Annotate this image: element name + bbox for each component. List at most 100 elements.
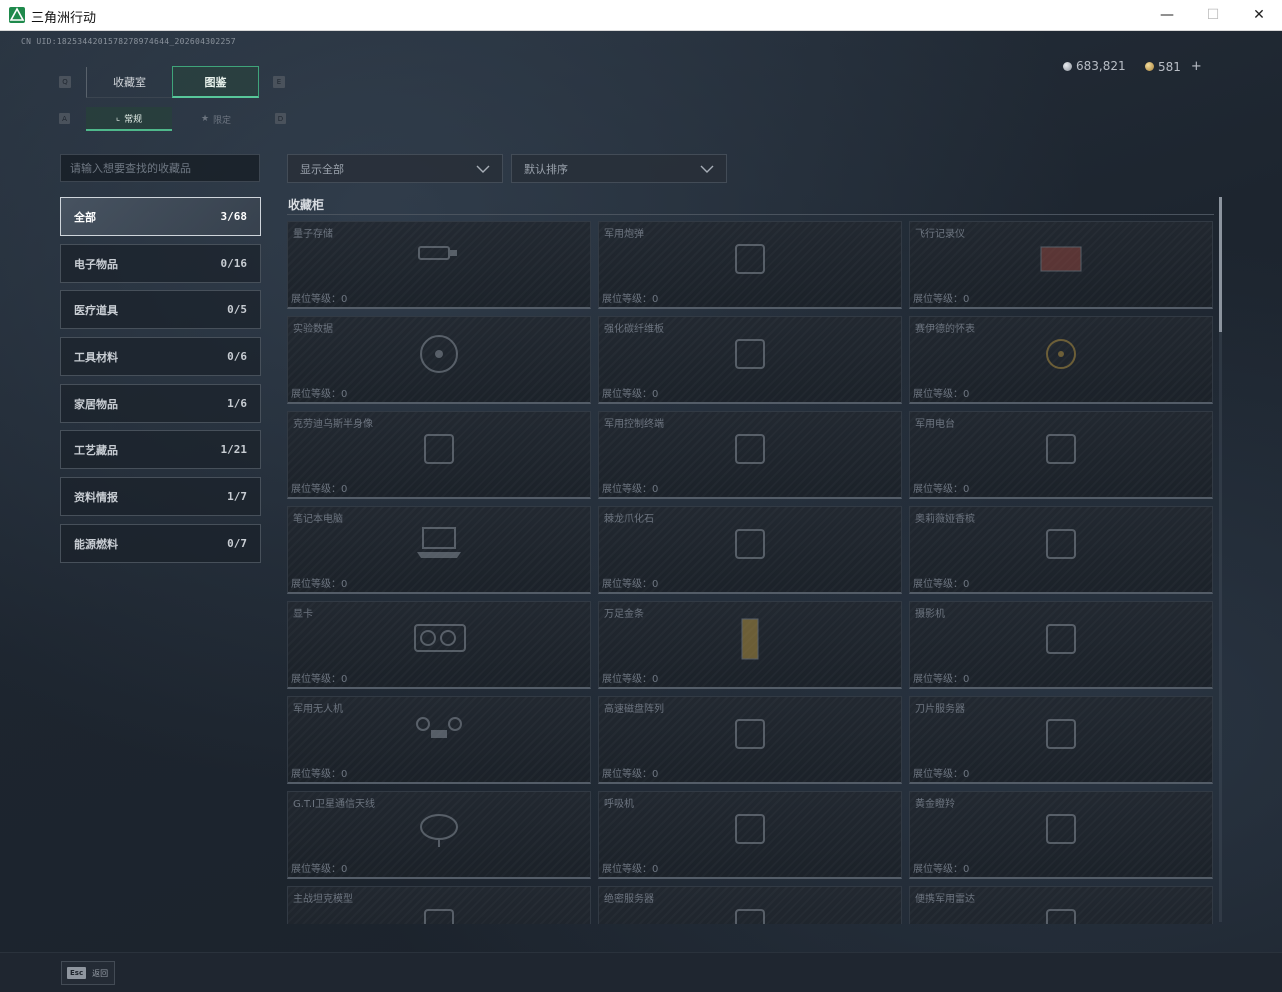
collection-card[interactable]: 显卡 展位等级：0 [287, 601, 591, 689]
uid-label: CN UID:1825344201578278974644_2026043022… [21, 37, 236, 46]
chevron-down-icon [476, 165, 490, 173]
collection-card[interactable]: 奥莉薇娅香槟 展位等级：0 [909, 506, 1213, 594]
collection-card[interactable]: 赛伊德的怀表 展位等级：0 [909, 316, 1213, 404]
collection-card[interactable]: 军用控制终端 展位等级：0 [598, 411, 902, 499]
main-area: CN UID:1825344201578278974644_2026043022… [0, 31, 1282, 952]
item-name: 棘龙爪化石 [604, 514, 654, 525]
category-count: 0/5 [227, 303, 247, 316]
collection-card[interactable]: 笔记本电脑 展位等级：0 [287, 506, 591, 594]
collection-card[interactable]: 呼吸机 展位等级：0 [598, 791, 902, 879]
sort-dropdown[interactable]: 默认排序 [511, 154, 727, 183]
pocket-watch-icon [1033, 332, 1089, 380]
display-level: 展位等级：0 [291, 864, 348, 875]
category-all[interactable]: 全部 3/68 [60, 197, 261, 236]
category-crafts[interactable]: 工艺藏品 1/21 [60, 430, 261, 469]
category-count: 1/7 [227, 490, 247, 503]
display-level: 展位等级：0 [602, 579, 659, 590]
collection-grid-viewport[interactable]: 量子存储 展位等级：0 军用炮弹 展位等级：0 飞行记录仪 展位等级：0 实验数据 展位等级：… [287, 221, 1214, 924]
collection-card[interactable]: 军用炮弹 展位等级：0 [598, 221, 902, 309]
category-label: 电子物品 [74, 257, 118, 271]
category-label: 工艺藏品 [74, 443, 118, 457]
collection-card[interactable]: 刀片服务器 展位等级：0 [909, 696, 1213, 784]
chevron-down-icon [700, 165, 714, 173]
add-currency-button[interactable]: + [1191, 59, 1202, 74]
collection-card[interactable]: 军用电台 展位等级：0 [909, 411, 1213, 499]
silver-coin-icon [1063, 61, 1072, 71]
normal-icon: ⌞ [115, 113, 121, 123]
usb-drive-icon [411, 237, 467, 285]
category-label: 资料情报 [74, 490, 118, 504]
scrollbar-thumb[interactable] [1219, 197, 1222, 332]
back-button[interactable]: Esc 返回 [61, 961, 115, 985]
gazelle-icon [1033, 807, 1089, 855]
category-count: 1/21 [220, 443, 248, 456]
collection-card[interactable]: 强化碳纤维板 展位等级：0 [598, 316, 902, 404]
radio-icon [1033, 427, 1089, 475]
collection-card[interactable]: 实验数据 展位等级：0 [287, 316, 591, 404]
collection-card[interactable]: 飞行记录仪 展位等级：0 [909, 221, 1213, 309]
subtab-normal-label: 常规 [124, 114, 143, 125]
collection-card[interactable]: 摄影机 展位等级：0 [909, 601, 1213, 689]
minimize-button[interactable]: — [1144, 0, 1190, 30]
subtab-limited[interactable]: ★ 限定 [172, 107, 260, 131]
tab-collection-room[interactable]: 收藏室 [86, 67, 172, 98]
display-level: 展位等级：0 [291, 579, 348, 590]
collection-card[interactable]: 便携军用雷达 [909, 886, 1213, 924]
collection-card[interactable]: 主战坦克模型 [287, 886, 591, 924]
item-name: 军用无人机 [293, 704, 343, 715]
maximize-button[interactable]: ☐ [1190, 0, 1236, 30]
display-level: 展位等级：0 [913, 674, 970, 685]
blade-server-icon [1033, 712, 1089, 760]
gpu-icon [411, 617, 467, 665]
filter-dropdown[interactable]: 显示全部 [287, 154, 503, 183]
display-level: 展位等级：0 [913, 864, 970, 875]
category-count: 0/7 [227, 537, 247, 550]
close-button[interactable]: ✕ [1236, 0, 1282, 30]
category-medical[interactable]: 医疗道具 0/5 [60, 290, 261, 329]
category-household[interactable]: 家居物品 1/6 [60, 384, 261, 423]
category-energy[interactable]: 能源燃料 0/7 [60, 524, 261, 563]
collection-card[interactable]: G.T.I卫星通信天线 展位等级：0 [287, 791, 591, 879]
collection-card[interactable]: 量子存储 展位等级：0 [287, 221, 591, 309]
section-title: 收藏柜 [288, 198, 325, 212]
item-name: 强化碳纤维板 [604, 324, 664, 335]
tank-icon [411, 902, 467, 924]
key-hint-q: Q [59, 76, 71, 88]
fossil-icon [722, 522, 778, 570]
window-titlebar: 三角洲行动 — ☐ ✕ [0, 0, 1282, 31]
search-input[interactable]: 请输入想要查找的收藏品 [60, 154, 260, 182]
item-name: 军用控制终端 [604, 419, 664, 430]
display-level: 展位等级：0 [602, 674, 659, 685]
collection-card[interactable]: 高速磁盘阵列 展位等级：0 [598, 696, 902, 784]
item-name: 显卡 [293, 609, 313, 620]
filter-dropdown-value: 显示全部 [300, 162, 344, 176]
tab-gallery[interactable]: 图鉴 [172, 66, 259, 98]
back-label: 返回 [92, 968, 109, 978]
category-electronics[interactable]: 电子物品 0/16 [60, 244, 261, 283]
key-hint-e: E [273, 76, 285, 88]
display-level: 展位等级：0 [291, 769, 348, 780]
shell-icon [722, 237, 778, 285]
item-name: 高速磁盘阵列 [604, 704, 664, 715]
collection-card[interactable]: 克劳迪乌斯半身像 展位等级：0 [287, 411, 591, 499]
category-count: 1/6 [227, 397, 247, 410]
display-level: 展位等级：0 [291, 484, 348, 495]
category-label: 家居物品 [74, 397, 118, 411]
category-tools[interactable]: 工具材料 0/6 [60, 337, 261, 376]
panel-icon [722, 332, 778, 380]
collection-card[interactable]: 万足金条 展位等级：0 [598, 601, 902, 689]
collection-card[interactable]: 军用无人机展位等级：0 [287, 696, 591, 784]
subtab-limited-label: 限定 [213, 115, 232, 126]
silver-amount: 683,821 [1076, 59, 1126, 73]
gold-currency: 581 + [1145, 59, 1202, 74]
limited-icon: ★ [200, 114, 210, 124]
collection-card[interactable]: 棘龙爪化石展位等级：0 [598, 506, 902, 594]
subtab-normal[interactable]: ⌞ 常规 [86, 107, 172, 131]
gold-amount: 581 [1158, 59, 1181, 74]
display-level: 展位等级：0 [913, 294, 970, 305]
collection-card[interactable]: 黄金瞪羚 展位等级：0 [909, 791, 1213, 879]
collection-card[interactable]: 绝密服务器 [598, 886, 902, 924]
category-intel[interactable]: 资料情报 1/7 [60, 477, 261, 516]
sort-dropdown-value: 默认排序 [524, 162, 568, 176]
bottom-bar: Esc 返回 [0, 952, 1282, 992]
